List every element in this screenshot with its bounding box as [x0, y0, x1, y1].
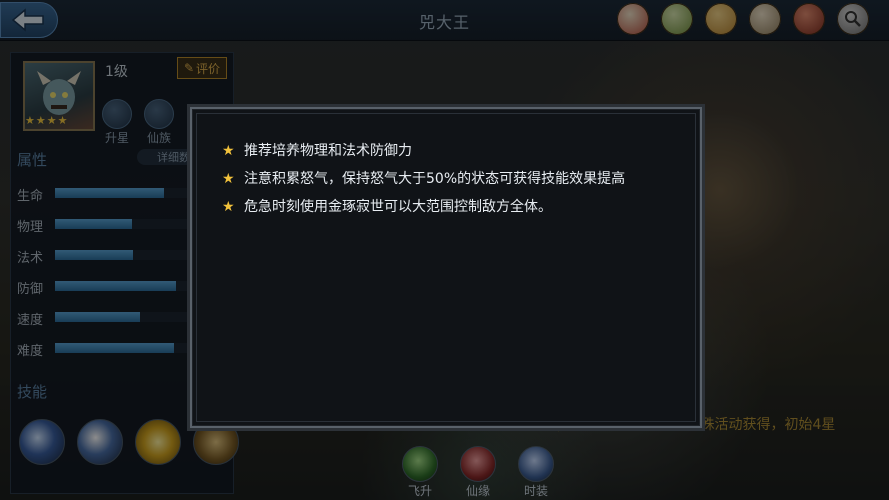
tip-text: 推荐培养物理和法术防御力 — [244, 143, 412, 159]
tip-text: 危急时刻使用金琢寂世可以大范围控制敌方全体。 — [244, 199, 552, 215]
tip-text: 注意积累怒气，保持怒气大于50%的状态可获得技能效果提高 — [244, 171, 626, 187]
tip-item: ★ 注意积累怒气，保持怒气大于50%的状态可获得技能效果提高 — [222, 169, 662, 190]
tip-item: ★ 危急时刻使用金琢寂世可以大范围控制敌方全体。 — [222, 197, 662, 218]
star-bullet-icon: ★ — [222, 143, 235, 159]
tips-popup: ★ 推荐培养物理和法术防御力 ★ 注意积累怒气，保持怒气大于50%的状态可获得技… — [190, 107, 702, 428]
game-screen: 兕大王 ★ ★ ★ ★ 1级 ✎ 评价 升星 仙族 属性 详细数 生命 物理 法… — [0, 0, 889, 500]
tip-item: ★ 推荐培养物理和法术防御力 — [222, 141, 662, 162]
tips-list: ★ 推荐培养物理和法术防御力 ★ 注意积累怒气，保持怒气大于50%的状态可获得技… — [222, 141, 662, 225]
star-bullet-icon: ★ — [222, 171, 235, 187]
star-bullet-icon: ★ — [222, 199, 235, 215]
